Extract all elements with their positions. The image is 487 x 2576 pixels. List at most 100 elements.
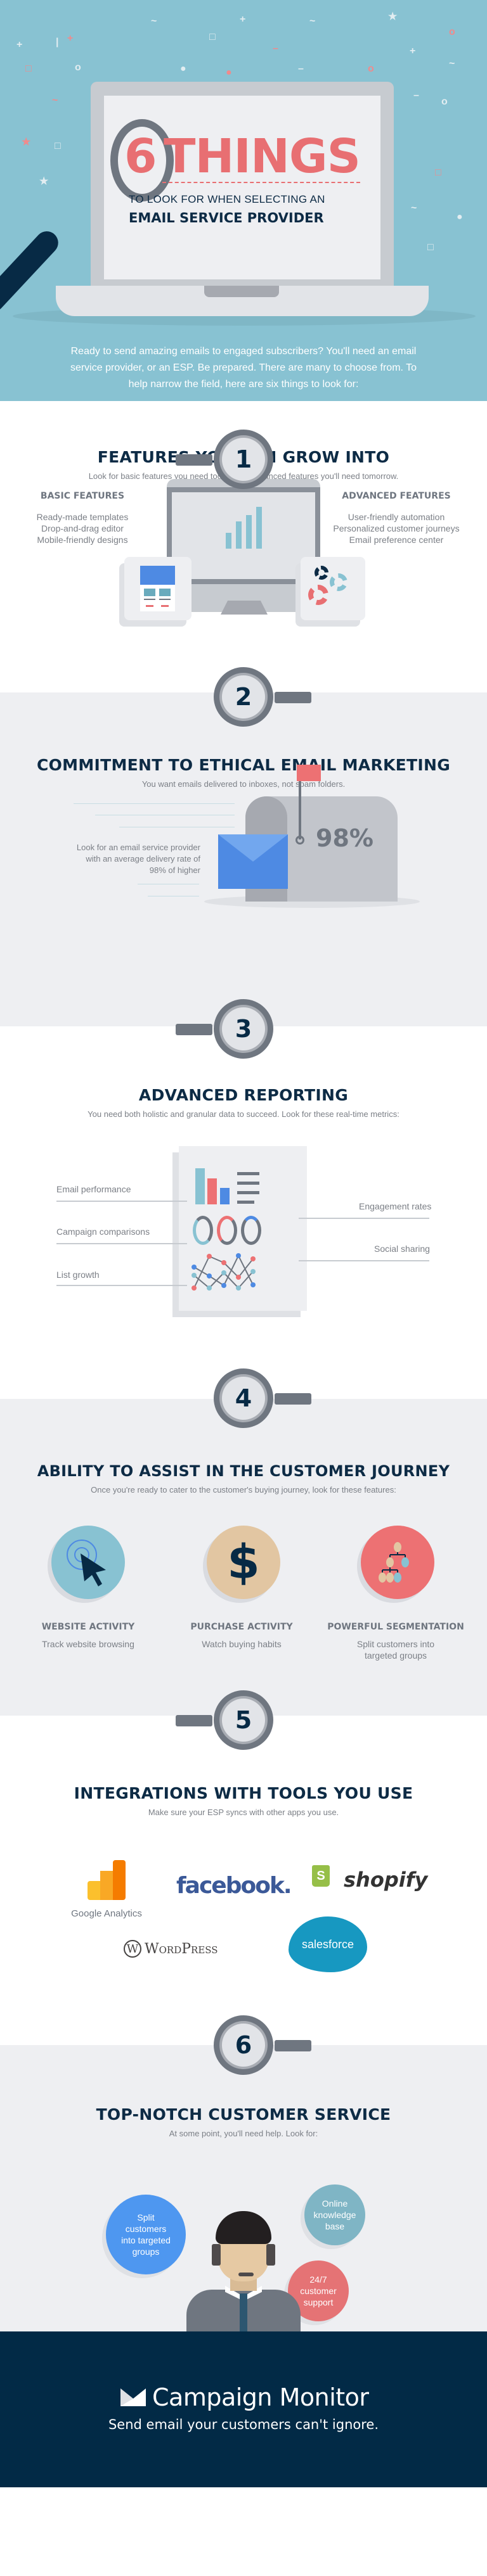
confetti-circle-icon: o: [449, 27, 455, 37]
confetti-square-icon: □: [427, 242, 434, 253]
step-badge-2: 2: [214, 667, 311, 727]
facebook-logo: facebook.: [176, 1873, 292, 1899]
section-subtitle: You want emails delivered to inboxes, no…: [141, 779, 346, 789]
confetti-circle-icon: o: [368, 63, 374, 74]
brand-name: Campaign Monitor: [152, 2383, 369, 2411]
step-number: 4: [222, 1377, 265, 1420]
mobile-template-icon: [124, 557, 192, 620]
confetti-plus-icon: +: [16, 39, 23, 50]
confetti-dash-icon: –: [298, 63, 304, 74]
advanced-features-heading: ADVANCED FEATURES: [342, 491, 451, 501]
campaign-monitor-logo[interactable]: Campaign Monitor: [120, 2383, 369, 2411]
feature-desc: Split customers into targeted groups: [356, 1639, 435, 1661]
section-title: ABILITY TO ASSIST IN THE CUSTOMER JOURNE…: [37, 1462, 450, 1480]
confetti-dot-icon: ●: [226, 67, 232, 78]
step-badge-5: 5: [176, 1690, 273, 1750]
section-subtitle: Once you're ready to cater to the custom…: [91, 1485, 396, 1495]
org-chart-icon: [361, 1526, 434, 1599]
confetti-dash-icon: –: [273, 43, 278, 54]
hero-section: + | + ~ + □ – ~ ★ o + □ o ● ● – o ~ ~ – …: [0, 0, 487, 489]
confetti-wave-icon: ~: [449, 58, 455, 69]
title-divider: [162, 182, 360, 183]
title-subtitle-1: TO LOOK FOR WHEN SELECTING AN: [129, 193, 325, 205]
title-word: THINGS: [164, 129, 361, 184]
feature-desc: Track website browsing: [42, 1639, 134, 1649]
step-number: 5: [222, 1699, 265, 1742]
support-bubble: Online knowledge base: [304, 2184, 365, 2245]
confetti-dot-icon: ●: [180, 63, 186, 74]
section-customer-journey: ABILITY TO ASSIST IN THE CUSTOMER JOURNE…: [0, 1399, 487, 1750]
basic-features: BASIC FEATURES Ready-made templates Drop…: [32, 491, 133, 545]
confetti-dot-icon: ●: [457, 212, 463, 222]
advanced-feature-item: Email preference center: [349, 535, 444, 545]
confetti-circle-icon: o: [75, 62, 81, 73]
magnifier-handle-icon: [0, 226, 63, 317]
feature-title: WEBSITE ACTIVITY: [41, 1622, 135, 1632]
metric-leader-line: [299, 1218, 429, 1219]
section-subtitle: You need both holistic and granular data…: [88, 1109, 399, 1119]
report-card: [179, 1146, 307, 1311]
section-integrations: INTEGRATIONS WITH TOOLS YOU USE Make sur…: [0, 1716, 487, 2075]
campaign-monitor-icon: [120, 2388, 146, 2406]
footer: Campaign Monitor Send email your custome…: [0, 2331, 487, 2487]
dollar-sign-icon: $: [207, 1526, 280, 1599]
step-number: 1: [222, 438, 265, 481]
section-reporting: ADVANCED REPORTING You need both holisti…: [0, 1026, 487, 1428]
confetti-wave-icon: ~: [411, 203, 417, 214]
line-chart-icon: [192, 1253, 256, 1291]
metric-label: List growth: [56, 1270, 100, 1280]
intro-text: Ready to send amazing emails to engaged …: [70, 346, 417, 390]
basic-feature-item: Ready-made templates: [36, 512, 129, 522]
section-title: COMMITMENT TO ETHICAL EMAIL MARKETING: [36, 756, 451, 774]
metric-label: Social sharing: [374, 1244, 430, 1254]
metric-leader-line: [56, 1201, 187, 1202]
title-subtitle-2: EMAIL SERVICE PROVIDER: [129, 210, 324, 226]
feature-title: PURCHASE ACTIVITY: [190, 1622, 293, 1632]
wordpress-icon: W: [124, 1940, 141, 1958]
confetti-square-icon: □: [55, 141, 61, 151]
metric-label: Email performance: [56, 1184, 131, 1194]
step-badge-3: 3: [176, 999, 273, 1059]
monitor-stand: [221, 601, 268, 615]
step-badge-6: 6: [214, 2015, 311, 2075]
delivery-note: Look for an email service provider with …: [76, 843, 200, 875]
cursor-click-icon: [51, 1526, 125, 1599]
wordpress-logo: WordPress: [145, 1941, 218, 1957]
brand-tagline: Send email your customers can't ignore.: [108, 2417, 379, 2432]
title-number: 6: [124, 129, 157, 184]
confetti-circle-icon: o: [441, 96, 448, 107]
metric-leader-line: [56, 1285, 187, 1286]
confetti-star-icon: ★: [388, 11, 398, 22]
confetti-wave-icon: ~: [52, 95, 58, 106]
confetti-plus-icon: +: [410, 46, 416, 56]
shopify-bag-icon: S: [312, 1865, 330, 1887]
metric-leader-line: [56, 1243, 187, 1244]
section-subtitle: Make sure your ESP syncs with other apps…: [148, 1808, 339, 1817]
confetti-dash-icon: –: [413, 90, 419, 101]
section-title: TOP-NOTCH CUSTOMER SERVICE: [96, 2105, 391, 2124]
confetti-square-icon: □: [25, 63, 32, 74]
google-analytics-logo: Google Analytics: [65, 1860, 148, 1936]
confetti-bar-icon: |: [56, 37, 59, 48]
delivery-rate-stat: 98%: [316, 824, 373, 852]
advanced-features: ADVANCED FEATURES User-friendly automati…: [327, 491, 466, 545]
basic-feature-item: Drop-and-drag editor: [41, 523, 124, 533]
bar-chart-icon: [226, 507, 264, 549]
step-number: 6: [222, 2024, 265, 2067]
advanced-feature-item: Personalized customer journeys: [333, 523, 460, 533]
salesforce-logo: salesforce: [289, 1916, 367, 1972]
section-title: ADVANCED REPORTING: [138, 1086, 349, 1104]
section-title: INTEGRATIONS WITH TOOLS YOU USE: [74, 1784, 413, 1802]
magnifier-handle: [176, 454, 212, 466]
advanced-feature-item: User-friendly automation: [347, 512, 445, 522]
feature-title: POWERFUL SEGMENTATION: [327, 1622, 464, 1632]
step-number: 3: [222, 1007, 265, 1050]
section-customer-service: TOP-NOTCH CUSTOMER SERVICE At some point…: [0, 2045, 487, 2334]
confetti-square-icon: □: [209, 32, 216, 42]
shopify-logo: shopify: [344, 1868, 428, 1892]
confetti-square-icon: □: [435, 167, 441, 178]
laptop-notch: [204, 286, 279, 297]
feature-desc: Watch buying habits: [202, 1639, 282, 1649]
basic-feature-item: Mobile-friendly designs: [37, 535, 128, 545]
confetti-wave-icon: ~: [151, 16, 157, 27]
